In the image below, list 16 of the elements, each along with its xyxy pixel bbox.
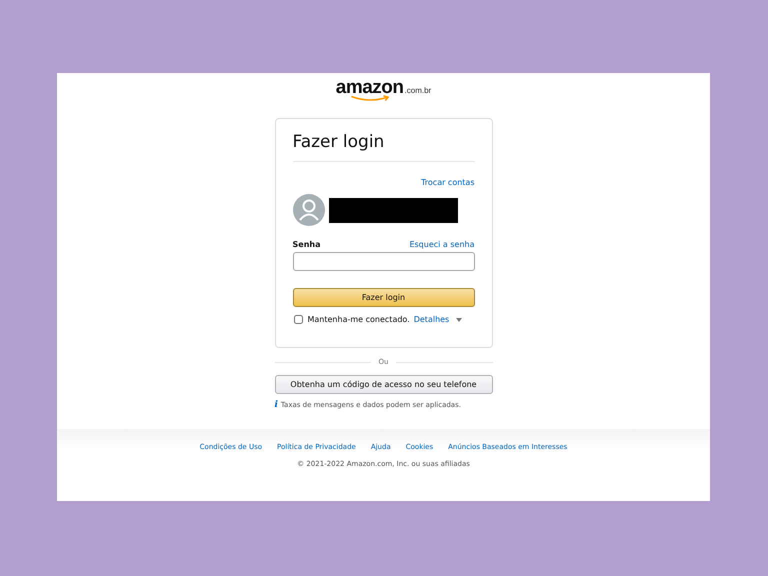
info-icon: i [274,400,278,410]
password-field[interactable] [292,252,474,271]
remember-label: Mantenha-me conectado. [308,315,410,324]
card-title: Fazer login [292,132,386,152]
caret-icon [456,318,462,322]
password-label: Senha [292,240,320,249]
switch-accounts-link[interactable]: Trocar contas [421,178,474,187]
avatar-icon [292,194,324,226]
logo-wordmark: amazon [336,79,404,97]
sign-in-button[interactable]: Fazer login [292,288,474,307]
logo-domain: .com.br [404,86,432,95]
details-link[interactable]: Detalhes [414,315,450,324]
get-code-button[interactable]: Obtenha um código de acesso no seu telefone [274,375,492,394]
remember-checkbox[interactable] [294,315,302,324]
smile-arrow-icon [350,95,390,102]
forgot-password-link[interactable]: Esqueci a senha [409,240,474,249]
